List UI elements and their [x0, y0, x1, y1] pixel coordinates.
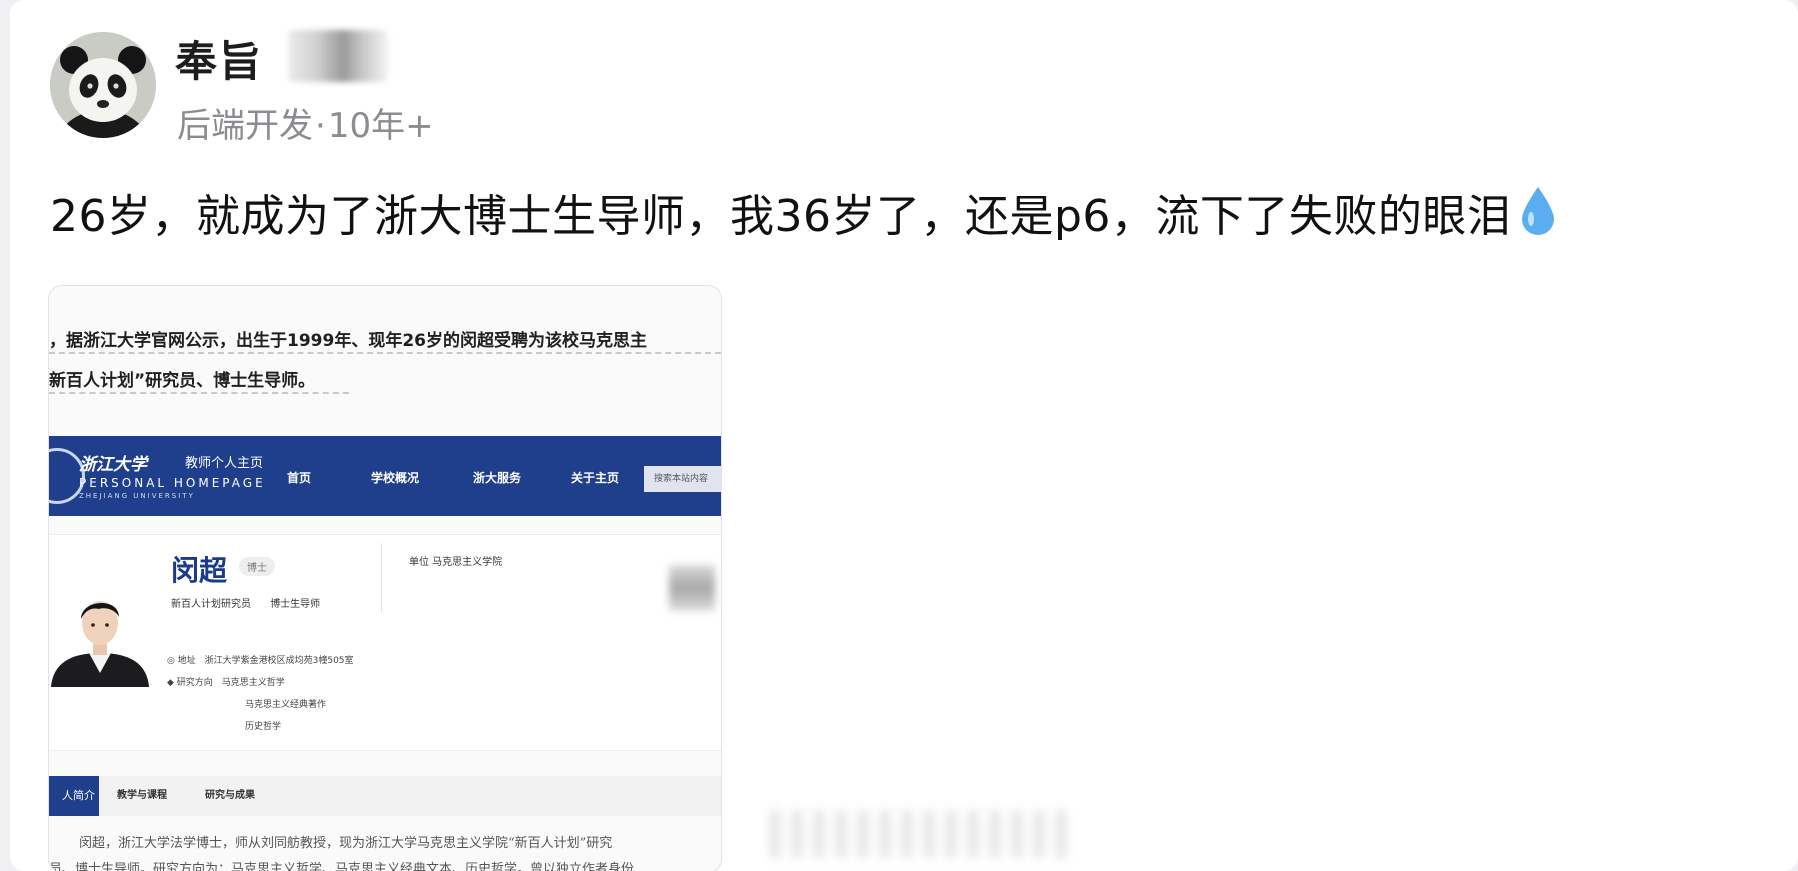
- news-caption-line: 新百人计划”研究员、博士生导师。: [49, 371, 316, 391]
- reaction-bar-blur: [770, 810, 1070, 858]
- research-item: 历史哲学: [245, 722, 282, 732]
- profile-address: ◎ 地址 浙江大学紫金港校区成均苑3幢505室: [167, 653, 354, 666]
- profile-role-2: 博士生导师: [270, 599, 321, 610]
- post-body: 26岁，就成为了浙大博士生导师，我36岁了，还是p6，流下了失败的眼泪: [50, 191, 1512, 242]
- profile-research: ◆ 研究方向 马克思主义哲学: [167, 675, 285, 688]
- research-label: 研究方向: [176, 678, 213, 688]
- profile-tab-bar: 人简介 教学与课程 研究与成果: [49, 776, 721, 816]
- zju-nav-item: 学校概况: [371, 471, 420, 485]
- zju-header-bar: 浙江大学 教师个人主页 PERSONAL HOMEPAGE ZHEJIANG U…: [49, 436, 721, 516]
- address-value: 浙江大学紫金港校区成均苑3幢505室: [204, 656, 354, 666]
- profile-card: 闵超 博士 新百人计划研究员 博士生导师 单位 马克思主义学院 ◎ 地址 浙江大…: [49, 534, 721, 751]
- author-meta: 后端开发·10年+: [177, 98, 434, 147]
- author-years: 10年+: [327, 106, 434, 146]
- zju-nav-item: 首页: [287, 471, 312, 485]
- profile-role: 新百人计划研究员 博士生导师: [171, 595, 320, 610]
- zju-nav-item: 关于主页: [571, 471, 620, 485]
- post-card: 奉旨 后端开发·10年+ 26岁，就成为了浙大博士生导师，我36岁了，还是p6，…: [10, 0, 1798, 871]
- embedded-news-image[interactable]: ，据浙江大学官网公示，出生于1999年、现年26岁的闵超受聘为该校马克思主 新百…: [48, 285, 722, 871]
- post-text: 26岁，就成为了浙大博士生导师，我36岁了，还是p6，流下了失败的眼泪: [50, 185, 1557, 253]
- bio-text-line: 闵超，浙江大学法学博士，师从刘同舫教授，现为浙江大学马克思主义学院“新百人计划”…: [79, 836, 613, 851]
- profile-divider: [381, 543, 382, 613]
- profile-role-1: 新百人计划研究员: [171, 599, 251, 610]
- meta-separator: ·: [315, 106, 326, 146]
- research-item: 马克思主义哲学: [221, 678, 285, 688]
- zju-subtitle: 教师个人主页: [185, 456, 264, 471]
- news-caption-line: ，据浙江大学官网公示，出生于1999年、现年26岁的闵超受聘为该校马克思主: [49, 331, 647, 351]
- dashed-divider: [49, 392, 349, 394]
- dashed-divider: [49, 352, 721, 354]
- research-icon: ◆: [167, 678, 174, 688]
- profile-photo: [49, 587, 151, 687]
- zju-english-title: PERSONAL HOMEPAGE: [79, 476, 266, 490]
- zju-logo-text: 浙江大学: [79, 455, 147, 475]
- name-redaction-blur: [288, 30, 388, 82]
- profile-degree-badge: 博士: [239, 557, 275, 576]
- redaction-blur: [669, 565, 715, 611]
- bio-text-line: 员、博士生导师。研究方向为：马克思主义哲学、马克思主义经典文本、历史哲学。曾以独…: [49, 862, 635, 871]
- author-name[interactable]: 奉旨: [175, 28, 263, 89]
- zju-nav-item: 浙大服务: [473, 471, 522, 485]
- tab-teaching: 教学与课程: [117, 790, 167, 801]
- droplet-icon: [1519, 185, 1557, 253]
- profile-unit: 单位 马克思主义学院: [409, 557, 503, 568]
- tab-research: 研究与成果: [205, 790, 255, 801]
- author-role: 后端开发: [177, 106, 313, 146]
- location-pin-icon: ◎: [167, 656, 175, 666]
- tab-intro: 人简介: [49, 776, 99, 816]
- zju-search-box: 搜索本站内容: [644, 466, 721, 492]
- profile-name: 闵超: [171, 554, 228, 587]
- address-label: 地址: [177, 656, 196, 666]
- research-item: 马克思主义经典著作: [245, 700, 327, 710]
- zju-english-sub: ZHEJIANG UNIVERSITY: [79, 492, 195, 500]
- panda-avatar-icon[interactable]: [50, 32, 156, 138]
